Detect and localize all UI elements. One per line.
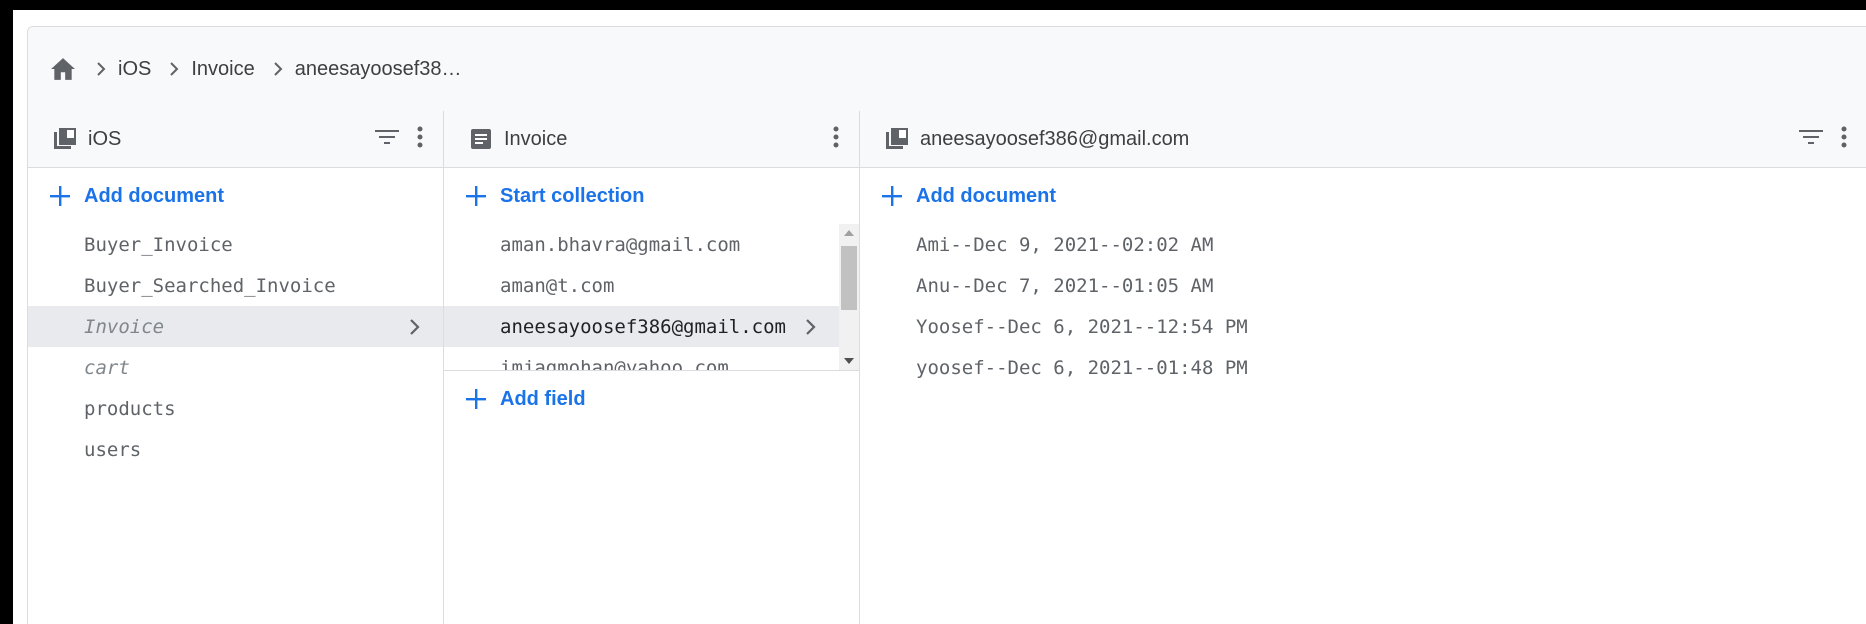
list-item-label: imjagmohan@yahoo.com [500, 356, 729, 371]
list-item-selected[interactable]: aneesayoosef386@gmail.com [444, 306, 839, 347]
start-collection-button[interactable]: Start collection [444, 168, 859, 224]
list-item-label: aneesayoosef386@gmail.com [500, 315, 786, 338]
list-item-selected[interactable]: Invoice [28, 306, 443, 347]
scroll-down-arrow-icon[interactable] [839, 352, 859, 370]
add-document-button[interactable]: Add document [860, 168, 1866, 224]
more-vert-icon[interactable] [833, 126, 839, 153]
list-item-label: users [84, 438, 142, 461]
home-icon[interactable] [50, 55, 78, 83]
collection-column-ios: iOS Add document Buyer_Invoice Buyer_Sea… [28, 111, 444, 624]
more-vert-icon[interactable] [417, 126, 423, 153]
filter-icon[interactable] [1799, 128, 1823, 151]
list-item[interactable]: yoosef--Dec 6, 2021--01:48 PM [860, 347, 1866, 388]
plus-icon [464, 184, 488, 208]
collection-icon [52, 126, 78, 152]
list-item[interactable]: Buyer_Invoice [28, 224, 443, 265]
list-item[interactable]: Yoosef--Dec 6, 2021--12:54 PM [860, 306, 1866, 347]
add-document-button[interactable]: Add document [28, 168, 443, 224]
app-frame: iOS Invoice aneesayoosef38… iOS Add docu… [13, 10, 1866, 624]
list-item[interactable]: imjagmohan@yahoo.com [444, 347, 859, 371]
list-item[interactable]: cart [28, 347, 443, 388]
plus-icon [48, 184, 72, 208]
list-item[interactable]: Ami--Dec 9, 2021--02:02 AM [860, 224, 1866, 265]
column-title: aneesayoosef386@gmail.com [920, 127, 1190, 150]
list-item-label: Anu--Dec 7, 2021--01:05 AM [916, 274, 1214, 297]
list-item[interactable]: aman@t.com [444, 265, 859, 306]
list-item[interactable]: users [28, 429, 443, 470]
subcollection-list: aman.bhavra@gmail.com aman@t.com aneesay… [444, 224, 859, 371]
list-item[interactable]: Buyer_Searched_Invoice [28, 265, 443, 306]
plus-icon [880, 184, 904, 208]
breadcrumb: iOS Invoice aneesayoosef38… [28, 27, 1866, 112]
chevron-right-icon [805, 306, 817, 347]
column-header: Invoice [444, 111, 859, 168]
collection-column-user: aneesayoosef386@gmail.com Add document A… [860, 111, 1866, 624]
filter-icon[interactable] [375, 128, 399, 151]
breadcrumb-item-invoice[interactable]: Invoice [191, 58, 254, 81]
add-field-button[interactable]: Add field [444, 371, 859, 427]
scroll-up-arrow-icon[interactable] [839, 224, 859, 242]
list-item-label: Buyer_Searched_Invoice [84, 274, 336, 297]
add-field-label: Add field [500, 387, 586, 410]
chevron-right-icon [169, 61, 179, 77]
column-header: aneesayoosef386@gmail.com [860, 111, 1866, 168]
add-document-label: Add document [916, 184, 1056, 207]
firestore-data-panel: iOS Invoice aneesayoosef38… iOS Add docu… [27, 26, 1866, 624]
subcollection-list-scroll: aman.bhavra@gmail.com aman@t.com aneesay… [444, 224, 859, 371]
document-icon [468, 126, 494, 152]
breadcrumb-item-document[interactable]: aneesayoosef38… [295, 58, 462, 81]
breadcrumb-item-ios[interactable]: iOS [118, 58, 151, 81]
scrollbar-thumb[interactable] [841, 246, 857, 310]
document-list: Buyer_Invoice Buyer_Searched_Invoice Inv… [28, 224, 443, 470]
list-item-label: Ami--Dec 9, 2021--02:02 AM [916, 233, 1214, 256]
list-item[interactable]: Anu--Dec 7, 2021--01:05 AM [860, 265, 1866, 306]
plus-icon [464, 387, 488, 411]
collection-icon [884, 126, 910, 152]
list-item[interactable]: aman.bhavra@gmail.com [444, 224, 859, 265]
list-item-label: aman.bhavra@gmail.com [500, 233, 741, 256]
columns-container: iOS Add document Buyer_Invoice Buyer_Sea… [28, 111, 1866, 624]
chevron-right-icon [273, 61, 283, 77]
list-item-label: aman@t.com [500, 274, 615, 297]
list-item-label: Invoice [84, 315, 165, 338]
column-header: iOS [28, 111, 443, 168]
column-title: Invoice [504, 127, 568, 150]
list-item-label: Buyer_Invoice [84, 233, 233, 256]
list-item-label: Yoosef--Dec 6, 2021--12:54 PM [916, 315, 1248, 338]
start-collection-label: Start collection [500, 184, 645, 207]
more-vert-icon[interactable] [1841, 126, 1847, 153]
list-item-label: products [84, 397, 176, 420]
column-title: iOS [88, 127, 122, 150]
add-document-label: Add document [84, 184, 224, 207]
chevron-right-icon [96, 61, 106, 77]
scrollbar[interactable] [839, 224, 859, 370]
list-item-label: cart [84, 356, 130, 379]
list-item-label: yoosef--Dec 6, 2021--01:48 PM [916, 356, 1248, 379]
chevron-right-icon [409, 306, 421, 347]
list-item[interactable]: products [28, 388, 443, 429]
document-column-invoice: Invoice Start collection aman.bhavra@gma… [444, 111, 860, 624]
document-list: Ami--Dec 9, 2021--02:02 AM Anu--Dec 7, 2… [860, 224, 1866, 388]
